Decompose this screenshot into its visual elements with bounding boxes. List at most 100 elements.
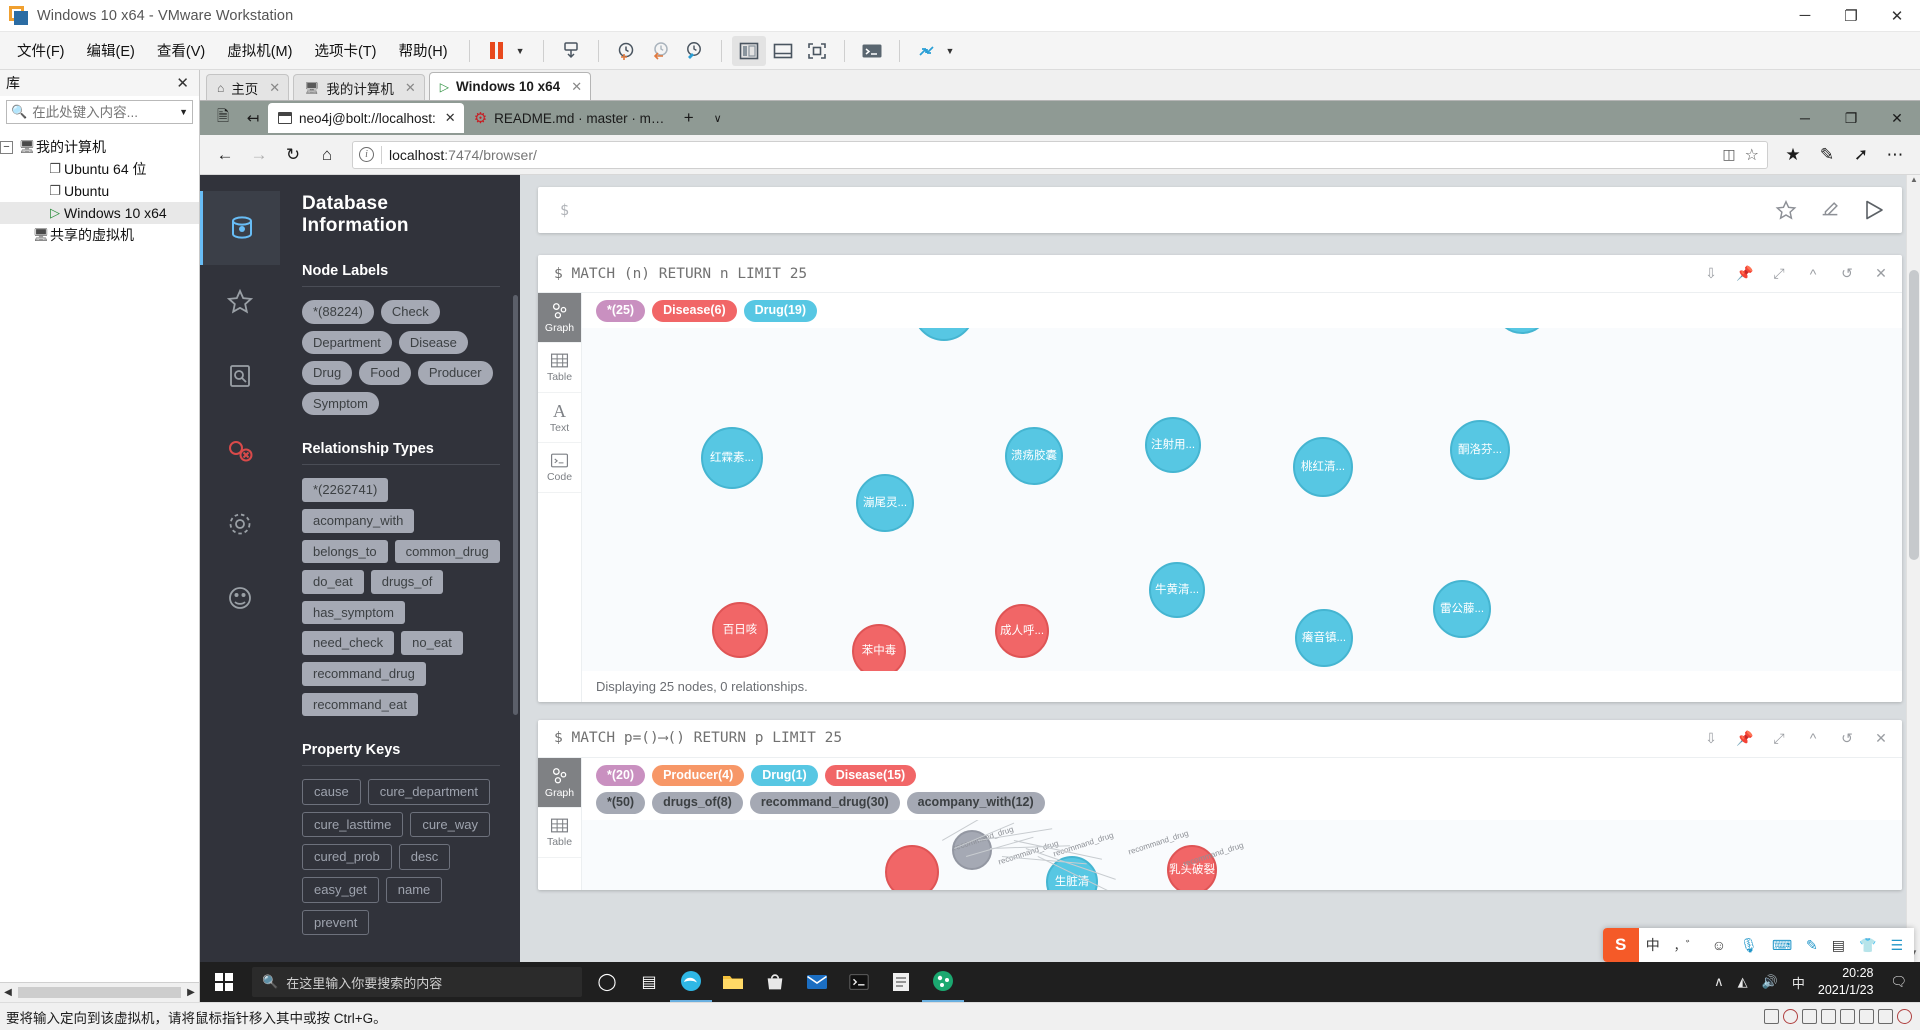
graph-canvas[interactable]: 生脏清 乳头破裂 recommand_drug recommand_drug recom…	[582, 819, 1902, 890]
edge-close-button[interactable]: ✕	[1874, 101, 1920, 135]
view-tab-text[interactable]: A Text	[538, 393, 581, 443]
legend-chip[interactable]: Drug(1)	[751, 764, 818, 787]
forward-button[interactable]: →	[244, 140, 274, 170]
pin-icon[interactable]: 📌	[1728, 720, 1762, 756]
settings-more-icon[interactable]: ⋯	[1880, 140, 1910, 170]
view-tab-graph[interactable]: Graph	[538, 293, 581, 343]
ime-skin-icon[interactable]: 👕	[1852, 937, 1883, 954]
tray-expand-icon[interactable]: ∧	[1707, 962, 1731, 1002]
chip-relationship-type[interactable]: drugs_of	[370, 570, 444, 594]
refresh-icon[interactable]: ↺	[1830, 256, 1864, 292]
close-icon[interactable]: ✕	[445, 110, 456, 126]
graph-node[interactable]: 成人呼...	[995, 603, 1049, 658]
ime-emoji-icon[interactable]: ☺	[1705, 937, 1733, 953]
scroll-thumb[interactable]	[1909, 270, 1919, 560]
refresh-button[interactable]: ↻	[278, 140, 308, 170]
graph-node[interactable]: 牛黄清...	[1149, 561, 1205, 618]
menu-edit[interactable]: 编辑(E)	[76, 36, 146, 65]
chip-relationship-type[interactable]: belongs_to	[302, 539, 388, 564]
graph-node[interactable]: 雷公藤...	[1433, 579, 1491, 638]
expander-icon[interactable]: −	[0, 140, 13, 154]
tree-item-windows10x64[interactable]: ▷ Windows 10 x64	[0, 202, 199, 224]
library-close-icon[interactable]: ✕	[172, 74, 193, 92]
menu-file[interactable]: 文件(F)	[6, 36, 76, 65]
graph-node[interactable]	[1494, 327, 1550, 334]
task-view-icon[interactable]: ▤	[628, 962, 670, 1002]
vm-tab-home[interactable]: ⌂ 主页 ✕	[206, 74, 290, 100]
show-thumbnail-bar-icon[interactable]	[766, 36, 800, 66]
usb-icon[interactable]	[1802, 1009, 1817, 1024]
legend-chip[interactable]: acompany_with(12)	[906, 792, 1045, 814]
graph-node[interactable]: 酮洛芬...	[1450, 419, 1510, 480]
tree-item-shared-vms[interactable]: 🖥 共享的虚拟机	[0, 224, 199, 246]
chip-relationship-type[interactable]: has_symptom	[302, 600, 405, 625]
collections-icon[interactable]: ★	[1778, 140, 1808, 170]
scroll-right-icon[interactable]: ▶	[183, 987, 199, 998]
graph-node[interactable]: 漰尾灵...	[856, 473, 914, 532]
view-tab-code[interactable]: Code	[538, 443, 581, 493]
chip-relationship-type[interactable]: need_check	[302, 631, 395, 655]
graph-canvas[interactable]: 红霖素... 漰尾灵... 溃疡胶囊 注射用... 桃红清... 酮洛芬... 牛黄清...…	[582, 327, 1902, 671]
chip-node-label[interactable]: Check	[380, 300, 440, 324]
chip-node-label[interactable]: Department	[302, 330, 392, 355]
show-library-icon[interactable]	[731, 35, 766, 66]
console-view-icon[interactable]	[855, 36, 889, 66]
library-search-input[interactable]	[32, 104, 163, 120]
cortana-icon[interactable]: ◯	[586, 962, 628, 1002]
favorite-star-icon[interactable]: ☆	[1745, 145, 1759, 165]
ime-menu-icon[interactable]: ☰	[1883, 937, 1910, 954]
taskbar-clock[interactable]: 20:28 2021/1/23	[1812, 965, 1884, 999]
legend-chip[interactable]: Drug(19)	[743, 300, 818, 322]
menu-tabs[interactable]: 选项卡(T)	[303, 36, 387, 65]
chip-node-label[interactable]: Food	[359, 361, 411, 385]
legend-chip[interactable]: Producer(4)	[652, 764, 745, 787]
legend-chip[interactable]: Disease(15)	[824, 764, 917, 787]
view-tab-graph[interactable]: Graph	[538, 757, 581, 808]
notepad-icon[interactable]	[880, 962, 922, 1002]
microsoft-store-icon[interactable]	[754, 962, 796, 1002]
chip-node-label[interactable]: Drug	[302, 361, 353, 385]
chip-node-label[interactable]: Producer	[417, 361, 493, 385]
chip-node-label[interactable]: Symptom	[302, 391, 379, 416]
floppy-icon[interactable]	[1878, 1009, 1893, 1024]
collapse-icon[interactable]: ^	[1796, 720, 1830, 756]
taskbar-search-box[interactable]: 🔍 在这里输入你要搜索的内容	[252, 967, 582, 997]
action-center-icon[interactable]: 🗨	[1883, 962, 1914, 1002]
chip-relationship-type[interactable]: common_drug	[394, 539, 500, 564]
graph-node[interactable]: 百日咳	[712, 601, 768, 658]
ime-voice-icon[interactable]: 🎙	[1733, 937, 1765, 954]
tree-item-ubuntu[interactable]: ❐ Ubuntu	[0, 180, 199, 202]
vm-tab-windows10x64[interactable]: ▷ Windows 10 x64 ✕	[428, 72, 592, 100]
run-query-icon[interactable]	[1852, 188, 1896, 232]
terminal-icon[interactable]	[838, 962, 880, 1002]
ime-punctuation-icon[interactable]: ，゛	[1667, 937, 1705, 954]
tab-menu-icon[interactable]: ∨	[704, 112, 732, 125]
edge-minimize-button[interactable]: ─	[1782, 101, 1828, 135]
new-tab-button[interactable]: +	[674, 108, 704, 128]
chip-property-key[interactable]: name	[385, 876, 443, 903]
legend-chip[interactable]: *(25)	[596, 300, 646, 322]
collapse-icon[interactable]: ^	[1796, 256, 1830, 292]
download-icon[interactable]: ⇩	[1694, 256, 1728, 292]
close-icon[interactable]: ✕	[1864, 256, 1898, 292]
preferences-caret-icon[interactable]: ▼	[944, 46, 963, 56]
expand-icon[interactable]: ⤢	[1762, 720, 1796, 756]
favorite-star-icon[interactable]	[1764, 188, 1808, 232]
site-info-icon[interactable]: i	[359, 147, 374, 162]
dropdown-caret-icon[interactable]: ▼	[514, 46, 533, 56]
chip-relationship-type[interactable]: recommand_drug	[302, 661, 426, 686]
printer-icon[interactable]	[1840, 1009, 1855, 1024]
sogou-logo-icon[interactable]: S	[1602, 928, 1639, 962]
library-search-box[interactable]: 🔍 ▼	[6, 100, 193, 124]
snapshot-manager-icon[interactable]	[677, 36, 711, 66]
send-ctrl-alt-del-icon[interactable]	[554, 36, 588, 66]
share-icon[interactable]: ➚	[1846, 140, 1876, 170]
pause-icon[interactable]	[480, 36, 514, 66]
chip-property-key[interactable]: prevent	[302, 909, 370, 936]
edge-maximize-button[interactable]: ❐	[1828, 101, 1874, 135]
legend-chip[interactable]: Disease(6)	[652, 300, 737, 322]
tree-item-ubuntu64[interactable]: ❐ Ubuntu 64 位	[0, 158, 199, 180]
chip-property-key[interactable]: cause	[302, 779, 361, 805]
hdd-icon[interactable]	[1764, 1009, 1779, 1024]
chip-property-key[interactable]: desc	[398, 844, 451, 870]
